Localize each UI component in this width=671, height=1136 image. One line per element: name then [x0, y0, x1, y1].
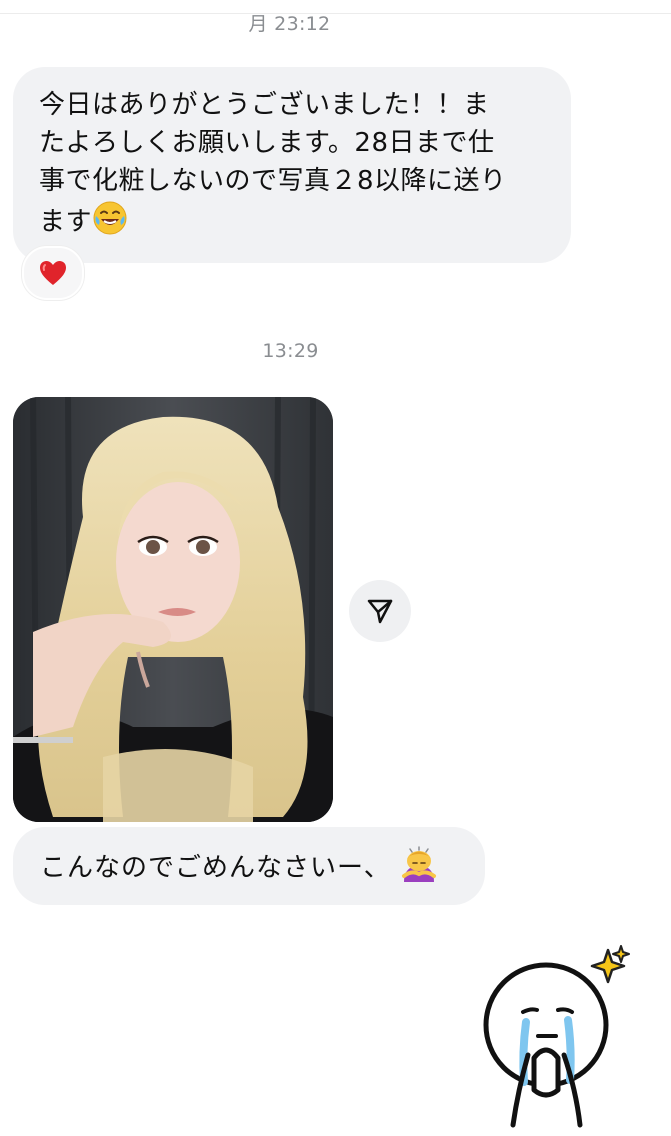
timestamp: 月 23:12	[248, 13, 331, 35]
dm-conversation: 月 23:12 今日はありがとうございました！！ま たよろしくお願いします。28…	[0, 0, 671, 1136]
selfie-photo	[13, 397, 333, 822]
message-bubble-received[interactable]: こんなのでごめんなさいー、	[13, 827, 485, 905]
person-bowing-emoji	[400, 846, 438, 893]
timestamp: 13:29	[262, 340, 319, 362]
crying-stick-figure-sticker[interactable]	[468, 940, 648, 1130]
heart-reaction[interactable]	[22, 246, 84, 300]
heart-icon	[40, 261, 66, 285]
laughing-tears-emoji	[92, 200, 128, 247]
message-text: こんなのでごめんなさいー、	[40, 853, 391, 883]
message-bubble-received[interactable]: 今日はありがとうございました！！ま たよろしくお願いします。28日まで仕 事で化…	[13, 67, 571, 263]
photo-message[interactable]	[13, 397, 333, 822]
share-button[interactable]	[349, 580, 411, 642]
send-icon	[367, 599, 393, 624]
